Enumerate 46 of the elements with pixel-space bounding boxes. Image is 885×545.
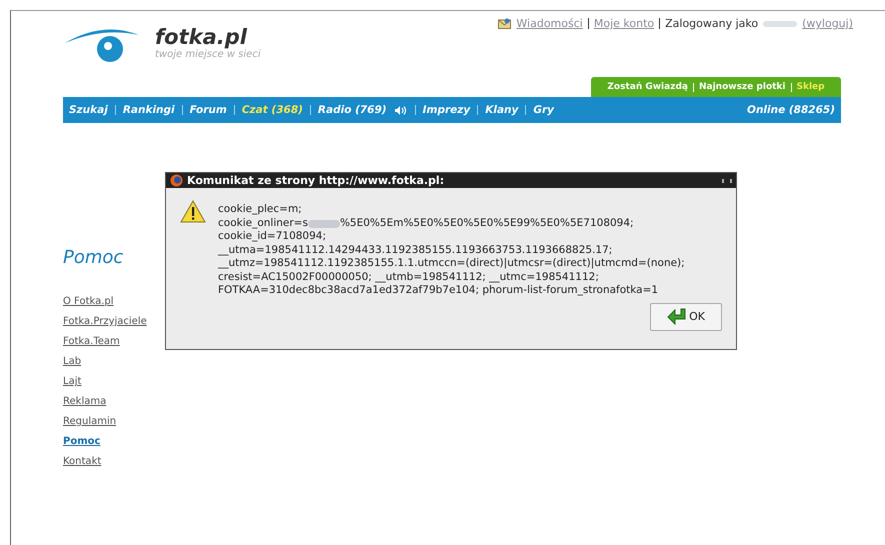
nav-link[interactable]: Imprezy xyxy=(422,104,470,116)
logged-in-label: Zalogowany jako xyxy=(665,17,758,30)
browser-icon xyxy=(170,174,183,187)
blurred-text xyxy=(308,220,340,228)
sidebar-link[interactable]: O Fotka.pl xyxy=(63,292,165,312)
promo-link[interactable]: Zostań Gwiazdą xyxy=(607,82,688,92)
nav-link[interactable]: Rankingi xyxy=(122,104,175,116)
envelope-icon xyxy=(498,18,512,29)
nav-link[interactable]: Gry xyxy=(533,104,554,116)
site-logo-text[interactable]: fotka.pl xyxy=(155,25,261,49)
message-line: cookie_onliner=s xyxy=(218,216,308,230)
account-link[interactable]: Wiadomości xyxy=(516,17,583,30)
sidebar-link[interactable]: Kontakt xyxy=(63,452,165,472)
speaker-icon[interactable] xyxy=(394,104,408,116)
logout-link[interactable]: (wyloguj) xyxy=(802,17,853,30)
sidebar-link[interactable]: Lajt xyxy=(63,372,165,392)
message-line: __utmz=198541112.1192385155.1.1.utmccn=(direct)|utmcsr=(direct)|utmcmd=(none); xyxy=(218,257,685,270)
online-count: Online (88265) xyxy=(747,104,835,116)
sidebar-link[interactable]: Lab xyxy=(63,352,165,372)
nav-link[interactable]: Radio (769) xyxy=(318,104,387,116)
sidebar-link[interactable]: Regulamin xyxy=(63,412,165,432)
sidebar-link[interactable]: Fotka.Team xyxy=(63,332,165,352)
ok-button[interactable]: OK xyxy=(650,302,722,330)
nav-link[interactable]: Forum xyxy=(190,104,227,116)
sidebar-link[interactable]: Reklama xyxy=(63,392,165,412)
nav-link[interactable]: Czat (368) xyxy=(242,104,303,116)
dialog-title: Komunikat ze strony http://www.fotka.pl: xyxy=(187,174,446,187)
message-line: FOTKAA=310dec8bc38acd7a1ed372af79b7e104; phorum-list-forum_stronafotka=1 xyxy=(218,284,660,298)
sidebar-link[interactable]: Fotka.Przyjaciele xyxy=(63,312,165,332)
grip-icon xyxy=(722,178,732,182)
message-line: cresist=AC15002F00000050; __utmb=198541112; __utmc=198541112; xyxy=(218,270,600,284)
nav-link[interactable]: Szukaj xyxy=(69,104,108,116)
promo-link[interactable]: Najnowsze plotki xyxy=(698,82,786,92)
message-line: %5E0%5Em%5E0%5E0%5E0%5E99%5E0%5E7108094; xyxy=(340,216,634,230)
site-tagline: twoje miejsce w sieci xyxy=(155,49,261,60)
enter-arrow-icon xyxy=(667,308,688,325)
sidebar-link[interactable]: Pomoc xyxy=(63,432,165,452)
account-link[interactable]: Moje konto xyxy=(594,17,654,30)
message-line: cookie_id=7108094; xyxy=(218,230,328,244)
blurred-username xyxy=(763,20,798,26)
warning-icon xyxy=(180,200,206,223)
message-line: cookie_plec=m; xyxy=(218,203,303,216)
nav-link[interactable]: Klany xyxy=(485,104,518,116)
promo-link[interactable]: Sklep xyxy=(796,82,825,92)
message-line: __utma=198541112.14294433.1192385155.1193663753.1193668825.17; xyxy=(218,244,614,257)
help-heading: Pomoc xyxy=(63,247,124,268)
